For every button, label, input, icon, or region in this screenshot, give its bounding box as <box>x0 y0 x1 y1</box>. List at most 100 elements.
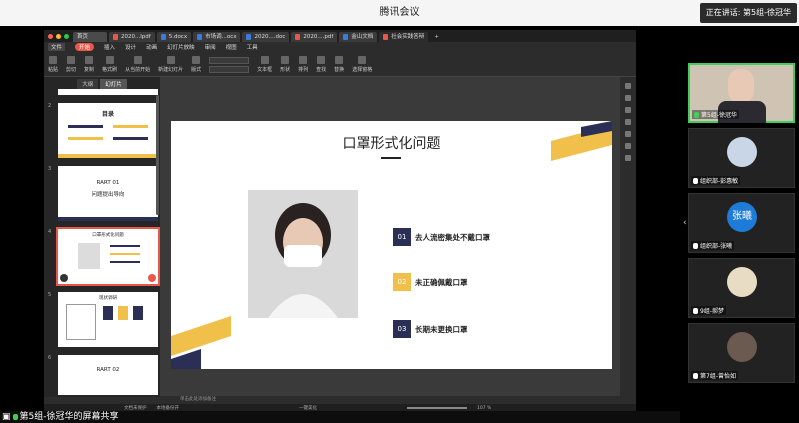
participant-name: 9组-郝梦 <box>691 306 726 315</box>
layout-button[interactable]: 版式 <box>191 56 201 73</box>
layout-icon <box>192 56 201 64</box>
menu-tools[interactable]: 工具 <box>247 43 258 51</box>
notes-area[interactable]: 单击此处添加备注 <box>160 396 620 404</box>
tab-outline[interactable]: 大纲 <box>77 79 99 89</box>
tab-document[interactable]: 2020....doc <box>242 32 290 42</box>
format-icon[interactable] <box>625 131 631 137</box>
thumbnail-line <box>68 125 103 128</box>
style-icon[interactable] <box>625 95 631 101</box>
property-icon[interactable] <box>625 83 631 89</box>
tab-document[interactable]: 金山文档 <box>339 32 378 42</box>
speaking-indicator: 正在讲话: 第5组-徐冠华 <box>699 3 797 23</box>
slide-thumbnail[interactable]: RART 02 <box>58 355 158 395</box>
participant-tile[interactable]: 9组-郝梦 <box>688 258 795 318</box>
replace-icon <box>335 56 344 64</box>
mic-off-icon <box>693 307 698 314</box>
new-tab-button[interactable]: + <box>430 32 443 42</box>
meeting-title-bar: 腾讯会议 <box>0 0 799 26</box>
textbox-button[interactable]: 文本框 <box>257 56 272 73</box>
thumbnail-title: RART 02 <box>96 367 120 373</box>
format-painter-button[interactable]: 格式刷 <box>102 56 117 73</box>
menu-view[interactable]: 视图 <box>226 43 237 51</box>
participant-tile[interactable]: 第5组-徐冠华 <box>688 63 795 123</box>
zoom-level[interactable]: 107 % <box>477 406 491 411</box>
participant-tile[interactable]: 组织部-彭惠敏 <box>688 128 795 188</box>
ppt-icon <box>383 34 389 40</box>
selection-pane-icon <box>358 56 367 64</box>
ribbon-toolbar: 粘贴 剪切 复制 格式刷 从当前开始 新建幻灯片 版式 文本框 形状 排列 查找… <box>44 51 636 77</box>
item-text: 长期未更换口罩 <box>415 324 468 334</box>
maximize-window-button[interactable] <box>64 34 69 39</box>
menu-design[interactable]: 设计 <box>125 43 136 51</box>
slide-thumbnail[interactable]: 目录 <box>58 103 158 158</box>
font-name-field[interactable] <box>209 57 250 64</box>
selection-pane-button[interactable]: 选择窗格 <box>352 56 372 73</box>
participant-tile[interactable]: 第7组-曾怡如 <box>688 323 795 383</box>
participant-name: 第7组-曾怡如 <box>691 371 738 380</box>
cut-button[interactable]: 剪切 <box>66 56 76 73</box>
copy-button[interactable]: 复制 <box>84 56 94 73</box>
slide-title: 口罩形式化问题 <box>342 136 441 152</box>
thumbnail-line <box>113 125 148 128</box>
help-icon[interactable] <box>625 155 631 161</box>
menu-bar: 文件 开始 插入 设计 动画 幻灯片放映 审阅 视图 工具 <box>44 42 636 51</box>
avatar <box>727 137 757 167</box>
tab-active-presentation[interactable]: 社会实践答辩 <box>379 32 429 42</box>
item-number: 02 <box>393 273 411 291</box>
new-slide-button[interactable]: 新建幻灯片 <box>158 56 183 73</box>
animation-icon[interactable] <box>625 107 631 113</box>
shape-button[interactable]: 形状 <box>280 56 290 73</box>
word-icon <box>246 34 252 40</box>
menu-insert[interactable]: 插入 <box>104 43 115 51</box>
menu-file[interactable]: 文件 <box>48 42 66 51</box>
find-button[interactable]: 查找 <box>316 56 326 73</box>
menu-slideshow[interactable]: 幻灯片放映 <box>167 43 195 51</box>
menu-animation[interactable]: 动画 <box>146 43 157 51</box>
slide-thumbnail[interactable]: RART 01 问题提出导向 <box>58 166 158 221</box>
thumbnail-block <box>103 306 113 320</box>
font-controls[interactable] <box>209 57 250 73</box>
item-text: 未正确佩戴口罩 <box>415 277 468 287</box>
slide[interactable]: 口罩形式化问题 01 去人流密集处不戴口罩 02 未正确佩戴口罩 03 长期未更… <box>171 121 612 369</box>
thumbnail-line <box>110 261 140 263</box>
right-tool-strip <box>620 77 636 397</box>
tab-document[interactable]: 2020....pdf <box>291 32 338 42</box>
zoom-slider[interactable] <box>407 407 467 409</box>
paste-button[interactable]: 粘贴 <box>48 56 58 73</box>
font-size-field[interactable] <box>209 66 250 73</box>
transition-icon[interactable] <box>625 119 631 125</box>
menu-review[interactable]: 审阅 <box>205 43 216 51</box>
textbox-icon <box>260 56 269 64</box>
template-icon[interactable] <box>625 143 631 149</box>
thumbnail-flowchart <box>66 304 96 340</box>
slide-thumbnail[interactable] <box>58 89 158 95</box>
word-icon <box>197 34 203 40</box>
replace-button[interactable]: 替换 <box>334 56 344 73</box>
tab-home[interactable]: 首页 <box>73 32 107 42</box>
panel-scrollbar[interactable] <box>156 95 159 215</box>
avatar <box>727 332 757 362</box>
slide-thumbnail-selected[interactable]: 口罩形式化问题 <box>56 227 160 286</box>
participant-face <box>728 69 754 103</box>
document-tab-bar: 首页 2020...lpdf 5.docx 市场调...ocx 2020....… <box>44 30 636 42</box>
screen-share-icon: ▣ <box>2 412 11 422</box>
thumbnail-subtitle: 问题提出导向 <box>91 192 125 198</box>
slide-item-2: 02 未正确佩戴口罩 <box>393 273 468 291</box>
arrange-button[interactable]: 排列 <box>298 56 308 73</box>
tab-slides[interactable]: 幻灯片 <box>100 79 127 89</box>
minimize-window-button[interactable] <box>56 34 61 39</box>
scissors-icon <box>67 56 76 64</box>
slide-thumbnail[interactable]: 现状调研 <box>58 292 158 347</box>
menu-start[interactable]: 开始 <box>75 42 95 51</box>
chevron-left-icon[interactable]: ‹ <box>683 218 687 228</box>
item-text: 去人流密集处不戴口罩 <box>415 232 490 242</box>
play-icon[interactable] <box>60 274 68 282</box>
participant-tile[interactable]: 张曦 组织部-张曦 <box>688 193 795 253</box>
tab-document[interactable]: 市场调...ocx <box>193 32 241 42</box>
play-current-button[interactable]: 从当前开始 <box>125 56 150 73</box>
thumbnail-block <box>118 306 128 320</box>
tab-document[interactable]: 5.docx <box>156 32 192 42</box>
wps-window: 首页 2020...lpdf 5.docx 市场调...ocx 2020....… <box>44 30 636 412</box>
tab-document[interactable]: 2020...lpdf <box>109 32 155 42</box>
close-window-button[interactable] <box>48 34 53 39</box>
